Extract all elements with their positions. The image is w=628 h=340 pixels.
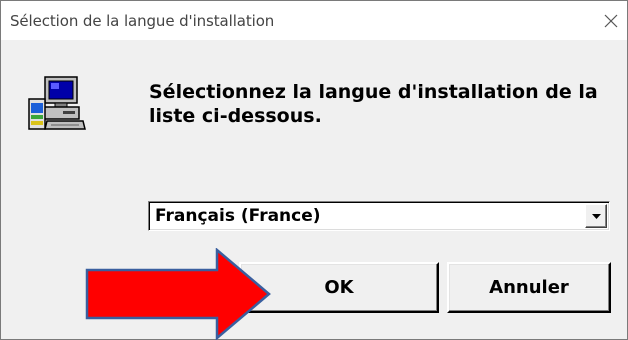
instruction-line-2: liste ci-dessous. <box>149 105 322 127</box>
red-arrow-icon <box>85 247 275 340</box>
cancel-button[interactable]: Annuler <box>447 262 611 313</box>
close-icon <box>604 14 618 28</box>
setup-computer-icon <box>27 73 87 137</box>
dropdown-arrow-icon <box>592 214 601 219</box>
close-button[interactable] <box>599 9 623 33</box>
language-select[interactable]: Français (France) <box>148 201 610 231</box>
language-select-value: Français (France) <box>155 206 321 226</box>
window-title: Sélection de la langue d'installation <box>10 12 275 30</box>
instruction-line-1: Sélectionnez la langue d'installation de… <box>149 81 598 103</box>
title-bar[interactable]: Sélection de la langue d'installation <box>1 1 627 40</box>
instruction-text: Sélectionnez la langue d'installation de… <box>149 80 609 128</box>
dropdown-button[interactable] <box>585 204 607 228</box>
